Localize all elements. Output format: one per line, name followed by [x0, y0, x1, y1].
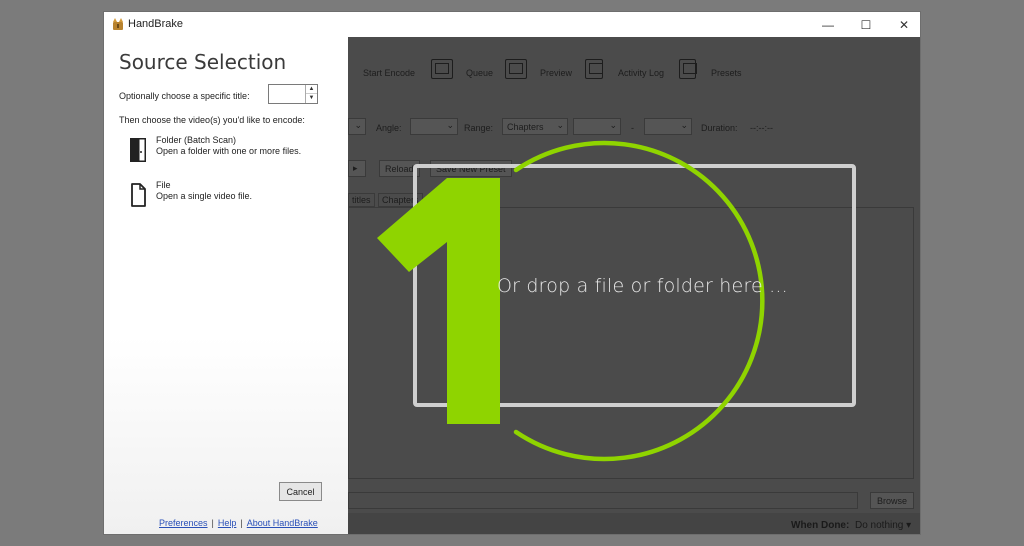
step-annotation: 1: [377, 140, 765, 462]
highlight-ring: [513, 140, 765, 462]
number-one-shape: [377, 178, 500, 424]
drop-zone-text: Or drop a file or folder here ...: [497, 275, 788, 297]
